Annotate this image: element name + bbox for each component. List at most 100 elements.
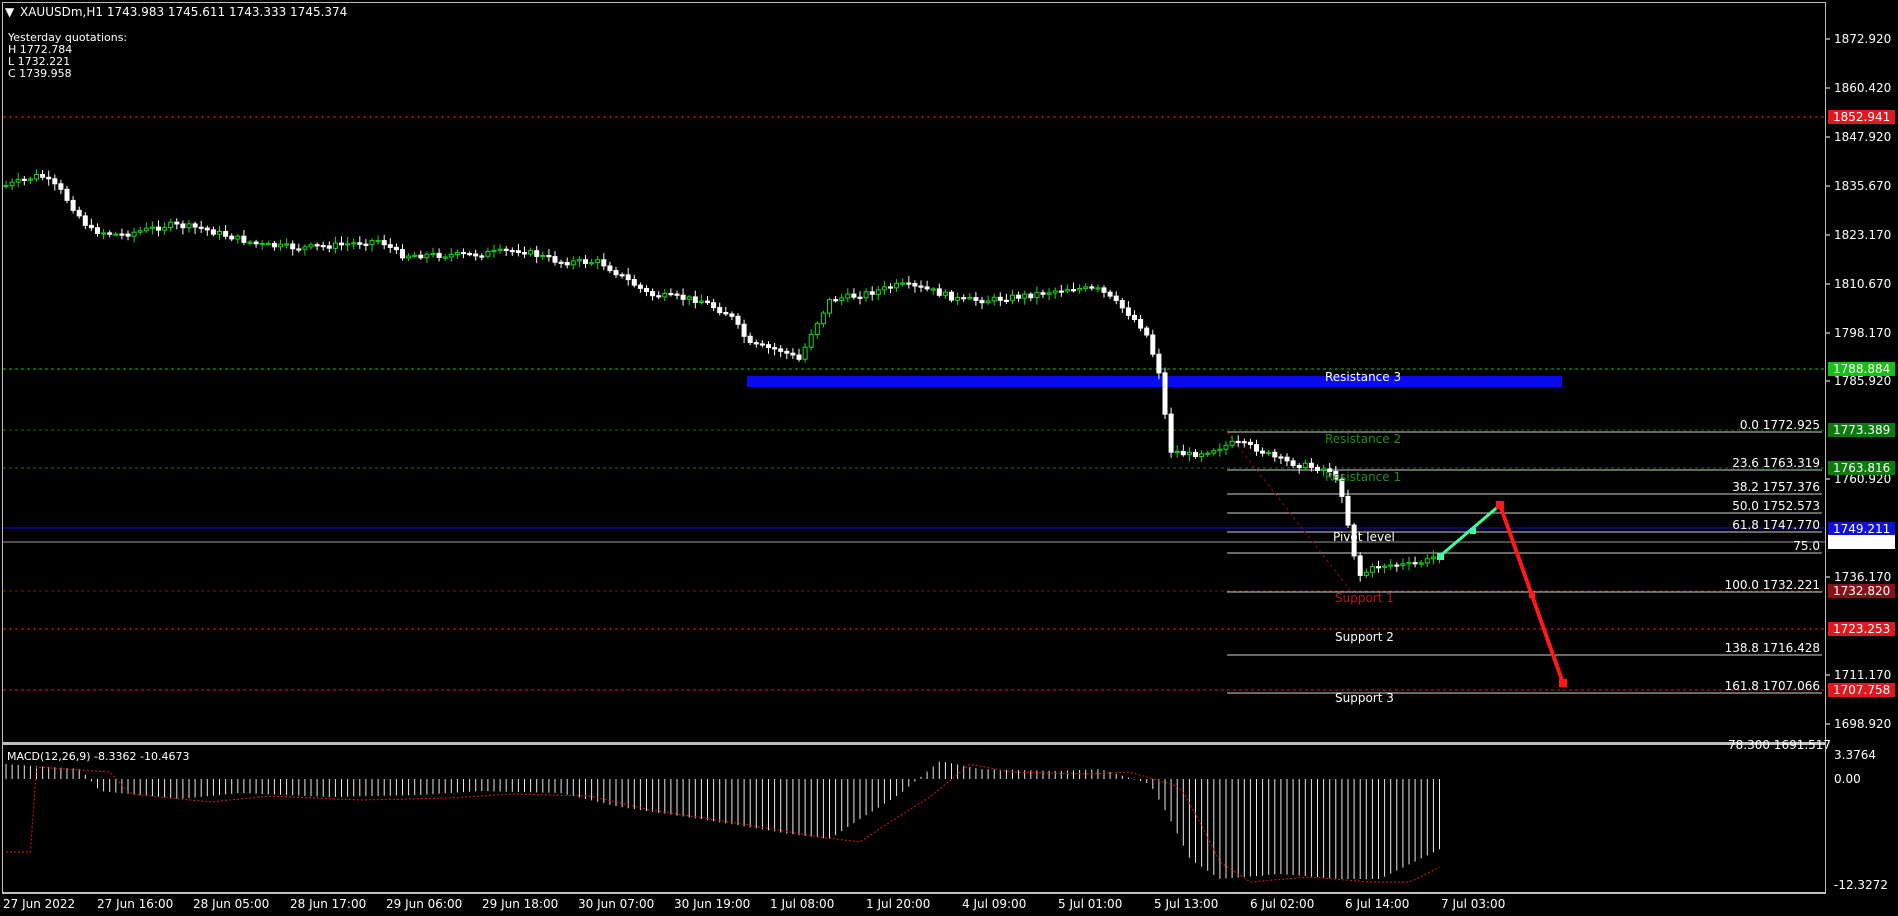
- svg-text:6 Jul 02:00: 6 Jul 02:00: [1250, 897, 1314, 911]
- candle-body: [1315, 466, 1320, 471]
- svg-text:1698.920: 1698.920: [1834, 717, 1891, 731]
- collapse-triangle-icon[interactable]: ▼: [5, 5, 15, 19]
- candle-body: [613, 270, 619, 276]
- candle-body: [149, 226, 155, 229]
- fibo-labels: 0.0 1772.925 23.6 1763.319 38.2 1757.376…: [1725, 418, 1820, 693]
- candle-body: [668, 293, 674, 296]
- svg-text:1707.758: 1707.758: [1833, 683, 1890, 697]
- trading-chart[interactable]: Resistance 3 Resistance 2 Resistance 1 P…: [0, 0, 1898, 916]
- candle-body: [290, 243, 296, 250]
- candle-body: [790, 352, 796, 356]
- forecast-node-2[interactable]: [1470, 528, 1476, 534]
- candle-body: [955, 297, 961, 301]
- candle-body: [1186, 451, 1192, 456]
- support-1-label: Support 1: [1335, 591, 1394, 605]
- candle-body: [1290, 460, 1296, 466]
- candle-body: [851, 293, 857, 298]
- candle-body: [235, 235, 241, 240]
- candle-body: [1376, 566, 1381, 569]
- candle-body: [619, 274, 625, 277]
- candle-body: [875, 289, 881, 295]
- candle-body: [1083, 286, 1089, 289]
- candle-body: [82, 215, 88, 226]
- candle-body: [259, 243, 265, 246]
- candle-body: [772, 347, 778, 350]
- candle-body: [265, 242, 271, 246]
- candle-body: [766, 344, 771, 349]
- candles: [3, 169, 1442, 582]
- candle-body: [1132, 314, 1137, 320]
- candle-body: [1272, 451, 1278, 458]
- candle-body: [595, 259, 601, 264]
- forecast-node-3[interactable]: [1496, 501, 1504, 509]
- svg-text:1860.420: 1860.420: [1834, 81, 1891, 95]
- candle-body: [58, 183, 64, 190]
- svg-text:29 Jun 06:00: 29 Jun 06:00: [386, 897, 462, 911]
- candle-body: [1357, 555, 1363, 576]
- svg-text:1835.670: 1835.670: [1834, 179, 1891, 193]
- yesterday-close: C 1739.958: [8, 67, 72, 80]
- candle-body: [1424, 558, 1430, 564]
- candle-body: [1022, 293, 1028, 299]
- candle-body: [631, 279, 637, 286]
- candle-body: [723, 312, 729, 315]
- candle-body: [241, 235, 247, 243]
- candle-body: [839, 297, 845, 301]
- macd-axis[interactable]: 3.3764 0.00 -12.3272: [1834, 748, 1888, 892]
- candle-body: [1308, 462, 1314, 468]
- candle-body: [1058, 290, 1064, 293]
- candle-body: [95, 227, 100, 234]
- svg-text:30 Jun 19:00: 30 Jun 19:00: [674, 897, 750, 911]
- candle-body: [107, 232, 113, 235]
- candle-body: [528, 250, 534, 255]
- candle-body: [985, 300, 991, 304]
- svg-text:27 Jun 2022: 27 Jun 2022: [3, 897, 75, 911]
- candle-body: [339, 242, 344, 246]
- svg-text:29 Jun 18:00: 29 Jun 18:00: [482, 897, 558, 911]
- candle-body: [662, 293, 668, 298]
- candle-body: [381, 240, 387, 246]
- svg-text:1749.211: 1749.211: [1833, 522, 1890, 536]
- price-pane-frame: [2, 2, 1826, 743]
- svg-text:1872.920: 1872.920: [1834, 32, 1891, 46]
- candle-body: [278, 243, 283, 248]
- candle-body: [479, 255, 485, 258]
- candle-body: [759, 343, 765, 346]
- candle-body: [656, 295, 662, 298]
- candle-body: [796, 354, 802, 360]
- svg-text:0.00: 0.00: [1834, 772, 1861, 786]
- candle-body: [729, 313, 735, 317]
- time-axis[interactable]: 27 Jun 2022 27 Jun 16:00 28 Jun 05:00 28…: [2, 893, 1826, 912]
- candle-body: [1107, 291, 1113, 297]
- candle-body: [558, 261, 564, 264]
- candle-body: [607, 265, 613, 272]
- candle-body: [3, 185, 9, 188]
- forecast-node-4[interactable]: [1529, 592, 1535, 598]
- svg-text:1810.670: 1810.670: [1834, 277, 1891, 291]
- svg-text:0.0 1772.925: 0.0 1772.925: [1740, 418, 1820, 432]
- candle-body: [1125, 307, 1131, 316]
- candle-body: [741, 323, 747, 337]
- candle-body: [881, 286, 887, 291]
- resistance-3-band[interactable]: [747, 376, 1562, 387]
- forecast-node-5[interactable]: [1559, 679, 1567, 687]
- candle-body: [863, 291, 869, 299]
- candle-body: [314, 244, 320, 247]
- forecast-node-1[interactable]: [1437, 553, 1444, 560]
- svg-text:1798.170: 1798.170: [1834, 326, 1891, 340]
- candle-body: [1266, 451, 1272, 454]
- svg-text:1847.920: 1847.920: [1834, 130, 1891, 144]
- candle-body: [387, 244, 393, 248]
- candle-body: [900, 282, 906, 285]
- candle-body: [1040, 292, 1046, 295]
- candle-body: [46, 176, 52, 180]
- svg-text:27 Jun 16:00: 27 Jun 16:00: [97, 897, 173, 911]
- candle-body: [814, 323, 820, 336]
- candle-body: [869, 291, 875, 295]
- candle-body: [198, 226, 204, 229]
- candle-body: [845, 293, 851, 299]
- candle-body: [546, 255, 552, 258]
- resistance-3-label: Resistance 3: [1325, 370, 1401, 384]
- candle-body: [418, 254, 424, 259]
- candle-body: [1101, 287, 1107, 293]
